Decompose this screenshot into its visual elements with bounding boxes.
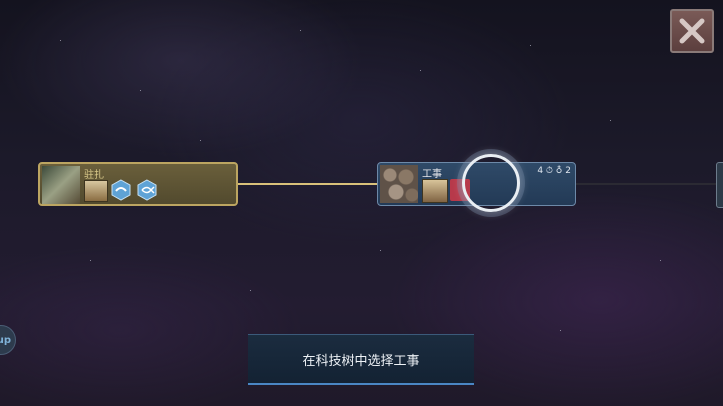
instruction-text: 在科技树中选择工事: [302, 353, 420, 369]
building-thumbnail-icon: [84, 180, 108, 202]
tech-portrait: [42, 166, 80, 204]
tech-node-title: 工事: [422, 169, 442, 180]
hex-fish-icon: [137, 179, 157, 201]
tech-connector-locked: [576, 183, 716, 185]
instruction-banner: 在科技树中选择工事: [248, 334, 474, 385]
wall-thumbnail-icon: [422, 179, 448, 203]
tech-node-next[interactable]: [716, 162, 723, 208]
tech-portrait: [380, 165, 418, 203]
selection-ring: [462, 154, 520, 212]
tech-node-title: 驻扎: [84, 170, 104, 181]
hex-bird-icon: [111, 179, 131, 201]
tech-connector-unlocked: [238, 183, 377, 185]
close-button[interactable]: [670, 9, 714, 53]
tech-node-unlocked[interactable]: 驻扎: [38, 162, 238, 206]
side-tab[interactable]: up: [0, 325, 16, 355]
close-x-icon: [679, 18, 705, 44]
tech-cost-stats: 4 ⏱ ♁ 2: [537, 166, 571, 176]
side-tab-label: up: [0, 334, 11, 346]
